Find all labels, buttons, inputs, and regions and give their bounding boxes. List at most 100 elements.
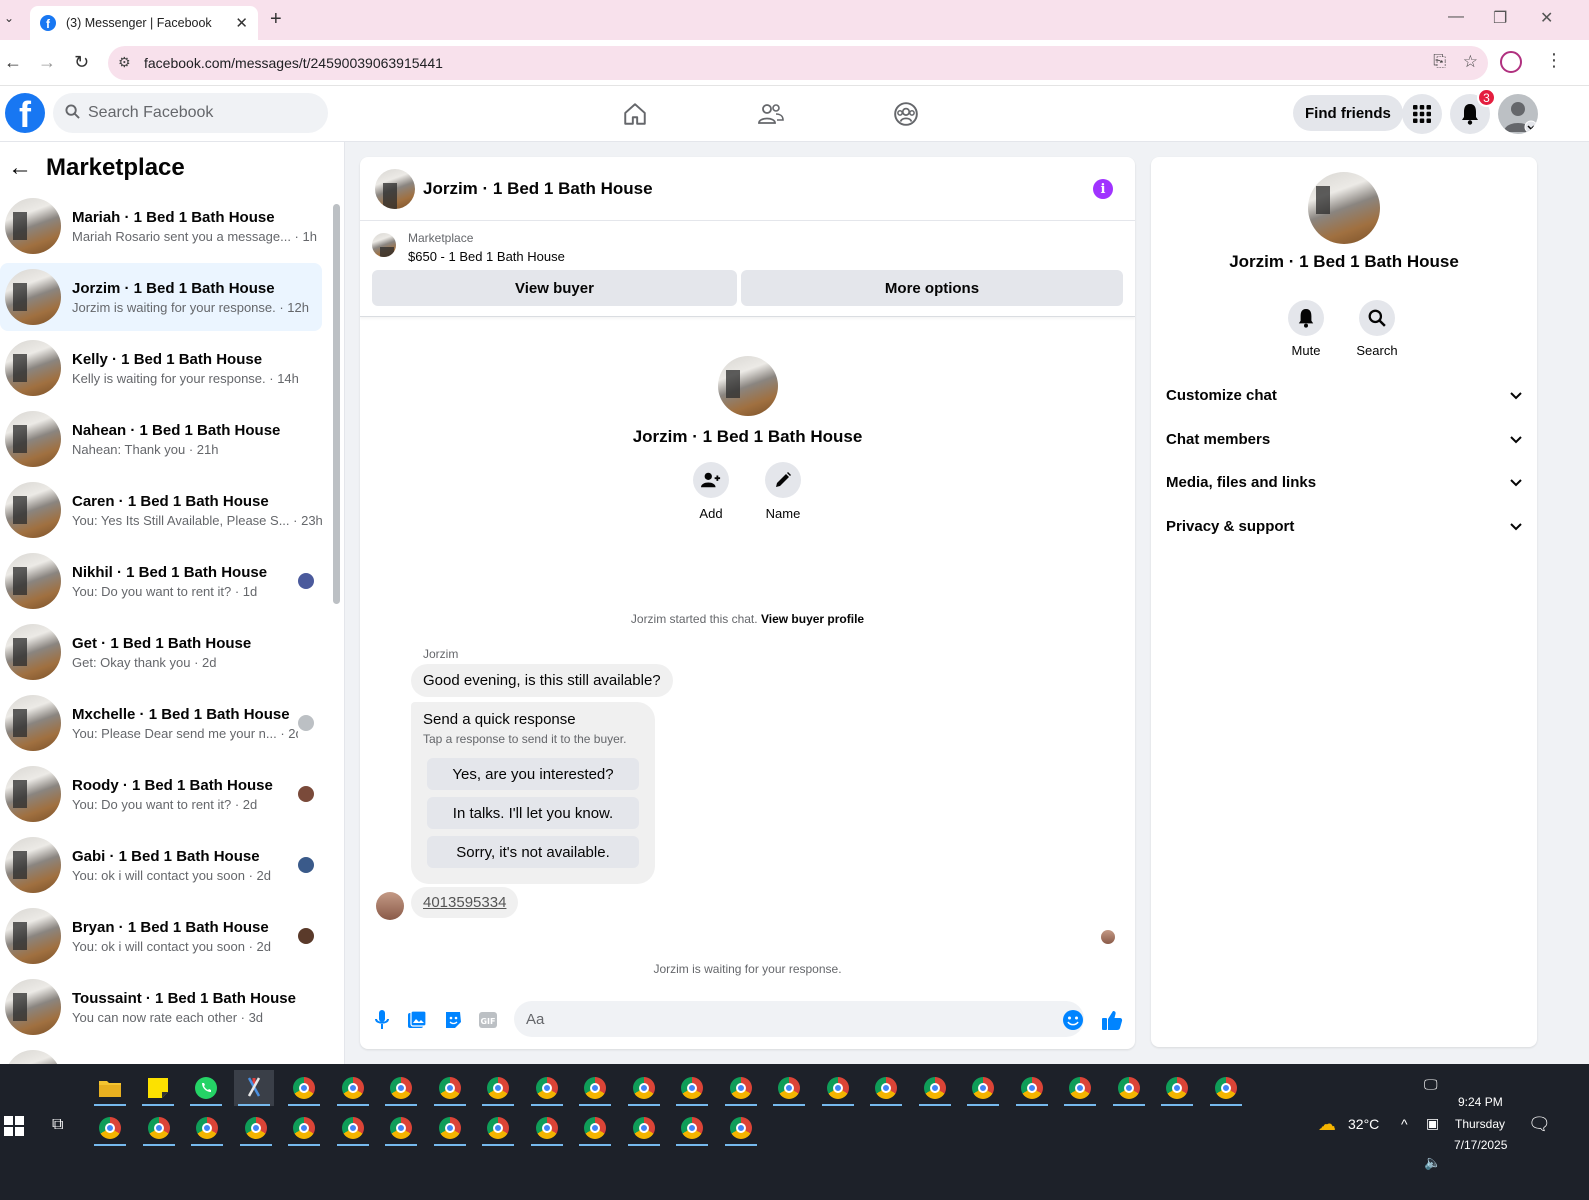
chrome-icon[interactable] xyxy=(721,1110,761,1146)
tab-search-icon[interactable]: ⌄ xyxy=(4,11,14,25)
sender-avatar[interactable] xyxy=(376,892,404,920)
view-buyer-button[interactable]: View buyer xyxy=(372,270,737,306)
close-tab-icon[interactable]: ✕ xyxy=(235,14,248,32)
pencil-icon[interactable] xyxy=(765,462,801,498)
menu-grid-icon[interactable] xyxy=(1402,94,1442,134)
sticky-notes-icon[interactable] xyxy=(138,1070,178,1106)
whatsapp-icon[interactable] xyxy=(186,1070,226,1106)
chrome-icon[interactable] xyxy=(187,1110,227,1146)
install-app-icon[interactable]: ⎘ xyxy=(1433,53,1446,71)
chrome-icon[interactable] xyxy=(236,1110,276,1146)
chrome-icon[interactable] xyxy=(1206,1070,1246,1106)
chrome-icon[interactable] xyxy=(430,1070,470,1106)
conversation-item[interactable]: Get · 1 Bed 1 Bath House Get: Okay thank … xyxy=(0,618,322,686)
notifications-center-icon[interactable]: 🗨 xyxy=(1528,1114,1551,1135)
snipping-tool-icon[interactable] xyxy=(234,1070,274,1106)
chrome-icon[interactable] xyxy=(381,1070,421,1106)
clock-time[interactable]: 9:24 PM xyxy=(1458,1095,1503,1109)
bell-icon[interactable] xyxy=(1288,300,1324,336)
find-friends-button[interactable]: Find friends xyxy=(1293,95,1403,131)
task-view-icon[interactable]: ⧉ xyxy=(52,1116,63,1134)
quick-response-option[interactable]: Sorry, it's not available. xyxy=(427,836,639,868)
conversation-item[interactable]: Roody · 1 Bed 1 Bath House You: Do you wa… xyxy=(0,760,322,828)
account-avatar[interactable] xyxy=(1498,94,1538,134)
chrome-icon[interactable] xyxy=(527,1070,567,1106)
sidebar-scrollbar-thumb[interactable] xyxy=(333,204,340,604)
chrome-icon[interactable] xyxy=(1157,1070,1197,1106)
close-window-icon[interactable]: ✕ xyxy=(1540,8,1553,28)
chrome-icon[interactable] xyxy=(624,1110,664,1146)
chat-title[interactable]: Jorzim · 1 Bed 1 Bath House xyxy=(423,179,653,199)
media-files-links-row[interactable]: Media, files and links xyxy=(1166,462,1522,502)
conversation-item[interactable]: Alexander · 1 Bed 1 Bath House xyxy=(0,1044,322,1064)
conversation-item[interactable]: Toussaint · 1 Bed 1 Bath House You can no… xyxy=(0,973,322,1041)
thumbs-up-icon[interactable] xyxy=(1101,1009,1123,1031)
volume-icon[interactable]: 🔈 xyxy=(1424,1154,1441,1171)
chat-members-row[interactable]: Chat members xyxy=(1166,419,1522,459)
chrome-icon[interactable] xyxy=(1060,1070,1100,1106)
name-action[interactable]: Name xyxy=(748,462,818,521)
chrome-icon[interactable] xyxy=(915,1070,955,1106)
chrome-icon[interactable] xyxy=(672,1070,712,1106)
chrome-icon[interactable] xyxy=(430,1110,470,1146)
chrome-icon[interactable] xyxy=(333,1070,373,1106)
forward-icon[interactable]: → xyxy=(38,52,56,73)
quick-response-option[interactable]: Yes, are you interested? xyxy=(427,758,639,790)
privacy-support-row[interactable]: Privacy & support xyxy=(1166,506,1522,546)
chrome-icon[interactable] xyxy=(769,1070,809,1106)
add-person-icon[interactable] xyxy=(693,462,729,498)
search-in-chat-icon[interactable] xyxy=(1359,300,1395,336)
customize-chat-row[interactable]: Customize chat xyxy=(1166,375,1522,415)
conversation-item[interactable]: Gabi · 1 Bed 1 Bath House You: ok i will … xyxy=(0,831,322,899)
gif-icon[interactable]: GIF xyxy=(477,1009,499,1031)
weather-temp[interactable]: 32°C xyxy=(1348,1116,1379,1132)
groups-icon[interactable] xyxy=(890,98,922,130)
mute-action[interactable]: Mute xyxy=(1276,300,1336,358)
emoji-icon[interactable] xyxy=(1062,1009,1084,1031)
incoming-message-bubble[interactable]: Good evening, is this still available? xyxy=(411,664,673,697)
photo-icon[interactable] xyxy=(406,1009,428,1031)
bookmark-star-icon[interactable]: ☆ xyxy=(1463,52,1478,72)
conversation-item[interactable]: Mariah · 1 Bed 1 Bath House Mariah Rosari… xyxy=(0,192,322,260)
conversation-item[interactable]: Mxchelle · 1 Bed 1 Bath House You: Please… xyxy=(0,689,322,757)
chrome-icon[interactable] xyxy=(90,1110,130,1146)
url-field[interactable]: ⚙ facebook.com/messages/t/24590039063915… xyxy=(108,46,1488,80)
restore-icon[interactable]: ❐ xyxy=(1493,8,1507,28)
conversation-item[interactable]: Kelly · 1 Bed 1 Bath House Kelly is waiti… xyxy=(0,334,322,402)
chrome-icon[interactable] xyxy=(575,1110,615,1146)
chrome-icon[interactable] xyxy=(1109,1070,1149,1106)
add-action[interactable]: Add xyxy=(676,462,746,521)
conversation-item[interactable]: Caren · 1 Bed 1 Bath House You: Yes Its S… xyxy=(0,476,322,544)
browser-profile-icon[interactable] xyxy=(1500,51,1522,73)
meet-now-icon[interactable]: ▣ xyxy=(1426,1115,1439,1132)
clock-day[interactable]: Thursday xyxy=(1455,1117,1505,1131)
browser-menu-icon[interactable]: ⋮ xyxy=(1545,50,1563,71)
conversation-item[interactable]: Nahean · 1 Bed 1 Bath House Nahean: Thank… xyxy=(0,405,322,473)
chrome-icon[interactable] xyxy=(139,1110,179,1146)
chrome-icon[interactable] xyxy=(527,1110,567,1146)
show-hidden-icons-icon[interactable]: ^ xyxy=(1401,1116,1408,1132)
chrome-icon[interactable] xyxy=(1012,1070,1052,1106)
listing-thumbnail[interactable] xyxy=(372,233,396,257)
new-tab-icon[interactable]: + xyxy=(270,8,282,31)
site-settings-icon[interactable]: ⚙ xyxy=(118,54,131,71)
message-input[interactable]: Aa xyxy=(514,1001,1084,1037)
chat-avatar[interactable] xyxy=(375,168,415,209)
reload-icon[interactable]: ↻ xyxy=(74,52,89,73)
home-icon[interactable] xyxy=(619,98,651,130)
conversation-item[interactable]: Jorzim · 1 Bed 1 Bath House Jorzim is wai… xyxy=(0,263,322,331)
view-buyer-profile-link[interactable]: View buyer profile xyxy=(761,612,864,626)
chrome-icon[interactable] xyxy=(333,1110,373,1146)
chrome-icon[interactable] xyxy=(721,1070,761,1106)
clock-date[interactable]: 7/17/2025 xyxy=(1454,1138,1507,1152)
microphone-icon[interactable] xyxy=(371,1009,393,1031)
chrome-icon[interactable] xyxy=(624,1070,664,1106)
chrome-icon[interactable] xyxy=(284,1070,324,1106)
page-scrollbar[interactable] xyxy=(1556,86,1566,1064)
back-icon[interactable]: ← xyxy=(4,52,22,73)
chrome-icon[interactable] xyxy=(866,1070,906,1106)
friends-icon[interactable] xyxy=(755,98,787,130)
info-icon[interactable]: i xyxy=(1093,179,1113,199)
details-avatar[interactable] xyxy=(1308,172,1380,244)
search-facebook-input[interactable]: Search Facebook xyxy=(53,93,328,133)
